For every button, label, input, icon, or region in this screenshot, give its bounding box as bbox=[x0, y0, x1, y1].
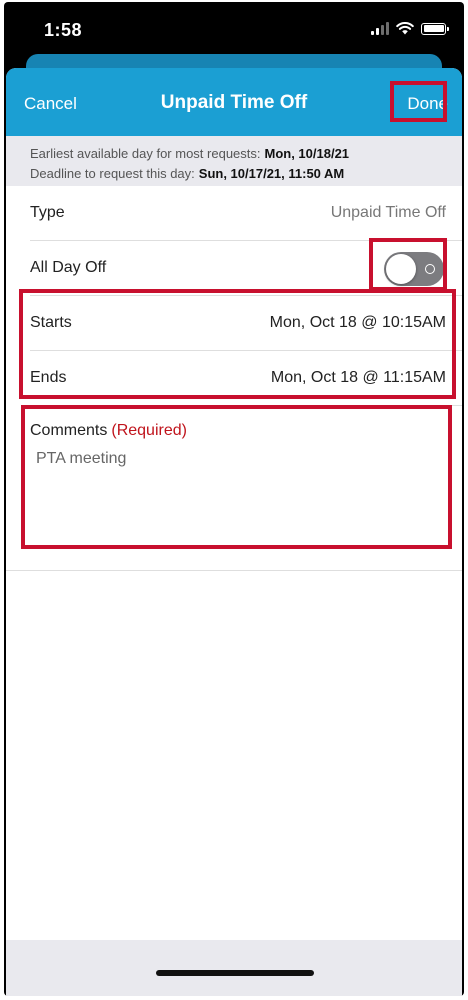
status-icons bbox=[371, 22, 449, 35]
wifi-icon bbox=[396, 22, 414, 35]
comments-input[interactable]: PTA meeting bbox=[36, 450, 416, 510]
done-button[interactable]: Done bbox=[407, 94, 448, 114]
all-day-toggle[interactable] bbox=[384, 252, 444, 286]
required-label: (Required) bbox=[111, 422, 187, 439]
cellular-signal-icon bbox=[371, 22, 389, 35]
comments-label: Comments bbox=[30, 422, 108, 439]
status-time: 1:58 bbox=[44, 20, 83, 40]
starts-value: Mon, Oct 18 @ 10:15AM bbox=[269, 314, 446, 331]
deadline-value: Sun, 10/17/21, 11:50 AM bbox=[198, 166, 345, 181]
status-bar: 1:58 bbox=[4, 2, 464, 58]
request-sheet: Cancel Unpaid Time Off Done Earliest ava… bbox=[6, 68, 462, 996]
all-day-row: All Day Off bbox=[30, 241, 462, 296]
comments-heading: Comments (Required) bbox=[30, 422, 462, 440]
comments-section: Comments (Required) PTA meeting bbox=[6, 406, 462, 571]
type-value: Unpaid Time Off bbox=[330, 204, 446, 221]
earliest-day-value: Mon, 10/18/21 bbox=[264, 146, 350, 161]
nav-bar: Cancel Unpaid Time Off Done bbox=[6, 68, 462, 136]
request-form: Type Unpaid Time Off All Day Off Starts … bbox=[6, 186, 462, 406]
toggle-off-icon bbox=[425, 264, 435, 274]
battery-icon bbox=[421, 22, 449, 35]
home-bar-area bbox=[6, 940, 462, 996]
ends-row[interactable]: Ends Mon, Oct 18 @ 11:15AM bbox=[30, 351, 462, 406]
type-label: Type bbox=[30, 204, 65, 221]
request-deadline-info: Earliest available day for most requests… bbox=[6, 136, 462, 186]
starts-label: Starts bbox=[30, 314, 72, 331]
cancel-button[interactable]: Cancel bbox=[24, 94, 77, 114]
ends-value: Mon, Oct 18 @ 11:15AM bbox=[270, 369, 446, 386]
toggle-knob bbox=[386, 254, 416, 284]
home-indicator[interactable] bbox=[156, 970, 314, 976]
starts-row[interactable]: Starts Mon, Oct 18 @ 10:15AM bbox=[30, 296, 462, 351]
phone-screen: 1:58 Cancel Unpaid Time Off Done Earlies… bbox=[4, 2, 464, 996]
earliest-day-label: Earliest available day for most requests… bbox=[30, 146, 261, 161]
deadline-label: Deadline to request this day: bbox=[30, 166, 195, 181]
type-row[interactable]: Type Unpaid Time Off bbox=[30, 186, 462, 241]
deadline-line: Deadline to request this day: Sun, 10/17/… bbox=[30, 164, 462, 184]
earliest-day-line: Earliest available day for most requests… bbox=[30, 144, 462, 164]
ends-label: Ends bbox=[30, 369, 67, 386]
